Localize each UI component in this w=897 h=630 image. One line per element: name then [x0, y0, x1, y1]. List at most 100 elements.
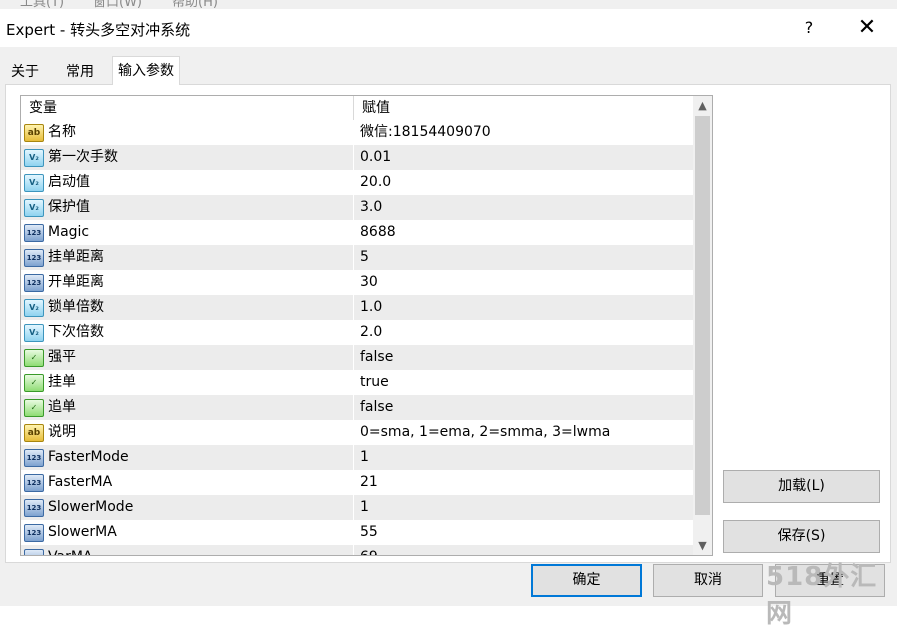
- title-bar: Expert - 转头多空对冲系统 ? ✕: [0, 9, 897, 47]
- table-row[interactable]: 123 挂单距离 5: [21, 245, 693, 270]
- double-type-icon: V₂: [24, 324, 44, 342]
- cell-divider: [353, 245, 354, 270]
- parameter-name: Magic: [48, 224, 90, 240]
- table-row[interactable]: ✓ 强平 false: [21, 345, 693, 370]
- int-type-icon: 123: [24, 449, 44, 467]
- parameter-value[interactable]: true: [360, 370, 389, 394]
- parameter-value[interactable]: false: [360, 395, 393, 419]
- table-row[interactable]: ab 说明 0=sma, 1=ema, 2=smma, 3=lwma: [21, 420, 693, 445]
- int-type-icon: 123: [24, 524, 44, 542]
- parameter-value[interactable]: 5: [360, 245, 369, 269]
- table-row[interactable]: 123 FasterMA 21: [21, 470, 693, 495]
- tab-common[interactable]: 常用: [60, 59, 100, 85]
- parameter-value[interactable]: false: [360, 345, 393, 369]
- parameter-name: FasterMode: [48, 449, 129, 465]
- parameter-value[interactable]: 20.0: [360, 170, 391, 194]
- double-type-icon: V₂: [24, 174, 44, 192]
- tab-about[interactable]: 关于: [5, 59, 45, 85]
- parameter-value[interactable]: 55: [360, 520, 378, 544]
- table-row[interactable]: 123 开单距离 30: [21, 270, 693, 295]
- table-row[interactable]: ✓ 追单 false: [21, 395, 693, 420]
- column-header-value[interactable]: 赋值: [362, 96, 390, 120]
- cell-divider: [353, 520, 354, 545]
- table-row[interactable]: 123 FasterMode 1: [21, 445, 693, 470]
- cell-divider: [353, 345, 354, 370]
- table-row[interactable]: 123 VarMA 69: [21, 545, 693, 555]
- inputs-panel: 变量 赋值 ab 名称 微信:18154409070 V₂ 第一次手数 0.01 V₂ 启动值…: [5, 84, 891, 563]
- int-type-icon: 123: [24, 549, 44, 555]
- cell-divider: [353, 295, 354, 320]
- menu-item-help[interactable]: 帮助(H): [172, 0, 218, 9]
- menu-item-window[interactable]: 窗口(W): [93, 0, 142, 9]
- ok-button[interactable]: 确定: [531, 564, 642, 597]
- cell-divider: [353, 545, 354, 555]
- expert-properties-dialog: Expert - 转头多空对冲系统 ? ✕ 关于 常用 输入参数 变量 赋值 a…: [0, 9, 897, 606]
- table-row[interactable]: V₂ 第一次手数 0.01: [21, 145, 693, 170]
- table-row[interactable]: V₂ 下次倍数 2.0: [21, 320, 693, 345]
- cell-divider: [353, 145, 354, 170]
- help-button[interactable]: ?: [792, 9, 826, 47]
- parameter-name: 锁单倍数: [48, 299, 104, 315]
- table-row[interactable]: ab 名称 微信:18154409070: [21, 120, 693, 145]
- menu-bar: 工具(T) 窗口(W) 帮助(H): [0, 0, 897, 9]
- parameter-value[interactable]: 0.01: [360, 145, 391, 169]
- parameter-name: SlowerMA: [48, 524, 117, 540]
- cell-divider: [353, 420, 354, 445]
- table-row[interactable]: 123 Magic 8688: [21, 220, 693, 245]
- scroll-down-button[interactable]: ▼: [693, 536, 712, 555]
- bool-type-icon: ✓: [24, 399, 44, 417]
- parameter-value[interactable]: 69: [360, 545, 378, 555]
- cancel-button[interactable]: 取消: [653, 564, 763, 597]
- string-type-icon: ab: [24, 424, 44, 442]
- menu-item-tools[interactable]: 工具(T): [20, 0, 64, 9]
- column-divider[interactable]: [353, 96, 354, 120]
- parameter-value[interactable]: 3.0: [360, 195, 382, 219]
- cell-divider: [353, 495, 354, 520]
- parameter-value[interactable]: 2.0: [360, 320, 382, 344]
- table-row[interactable]: V₂ 锁单倍数 1.0: [21, 295, 693, 320]
- parameter-name: SlowerMode: [48, 499, 134, 515]
- parameter-value[interactable]: 21: [360, 470, 378, 494]
- parameter-name: 强平: [48, 349, 76, 365]
- table-row[interactable]: 123 SlowerMode 1: [21, 495, 693, 520]
- parameter-name: 保护值: [48, 199, 90, 215]
- cell-divider: [353, 470, 354, 495]
- parameter-name: 启动值: [48, 174, 90, 190]
- parameter-value[interactable]: 30: [360, 270, 378, 294]
- table-row[interactable]: V₂ 启动值 20.0: [21, 170, 693, 195]
- int-type-icon: 123: [24, 224, 44, 242]
- parameter-name: 第一次手数: [48, 149, 118, 165]
- table-row[interactable]: V₂ 保护值 3.0: [21, 195, 693, 220]
- table-row[interactable]: 123 SlowerMA 55: [21, 520, 693, 545]
- parameter-rows: ab 名称 微信:18154409070 V₂ 第一次手数 0.01 V₂ 启动值 20.0 V₂…: [21, 120, 693, 555]
- column-header-variable[interactable]: 变量: [29, 96, 57, 120]
- parameter-value[interactable]: 1: [360, 445, 369, 469]
- parameter-value[interactable]: 1: [360, 495, 369, 519]
- int-type-icon: 123: [24, 249, 44, 267]
- parameter-name: 开单距离: [48, 274, 104, 290]
- parameter-value[interactable]: 0=sma, 1=ema, 2=smma, 3=lwma: [360, 420, 610, 444]
- parameter-name: 说明: [48, 424, 76, 440]
- tab-inputs[interactable]: 输入参数: [112, 56, 180, 85]
- bool-type-icon: ✓: [24, 349, 44, 367]
- table-row[interactable]: ✓ 挂单 true: [21, 370, 693, 395]
- string-type-icon: ab: [24, 124, 44, 142]
- close-button[interactable]: ✕: [844, 9, 890, 47]
- bool-type-icon: ✓: [24, 374, 44, 392]
- double-type-icon: V₂: [24, 299, 44, 317]
- parameter-name: 追单: [48, 399, 76, 415]
- parameter-name: 挂单: [48, 374, 76, 390]
- parameter-name: 下次倍数: [48, 324, 104, 340]
- vertical-scrollbar[interactable]: ▲ ▼: [693, 96, 712, 555]
- double-type-icon: V₂: [24, 199, 44, 217]
- parameter-name: 名称: [48, 124, 76, 140]
- parameter-value[interactable]: 8688: [360, 220, 396, 244]
- scroll-up-button[interactable]: ▲: [693, 96, 712, 115]
- scroll-thumb[interactable]: [695, 116, 710, 515]
- save-button[interactable]: 保存(S): [723, 520, 880, 553]
- load-button[interactable]: 加载(L): [723, 470, 880, 503]
- parameter-value[interactable]: 微信:18154409070: [360, 120, 491, 144]
- parameter-name: VarMA: [48, 545, 92, 555]
- parameter-value[interactable]: 1.0: [360, 295, 382, 319]
- cell-divider: [353, 220, 354, 245]
